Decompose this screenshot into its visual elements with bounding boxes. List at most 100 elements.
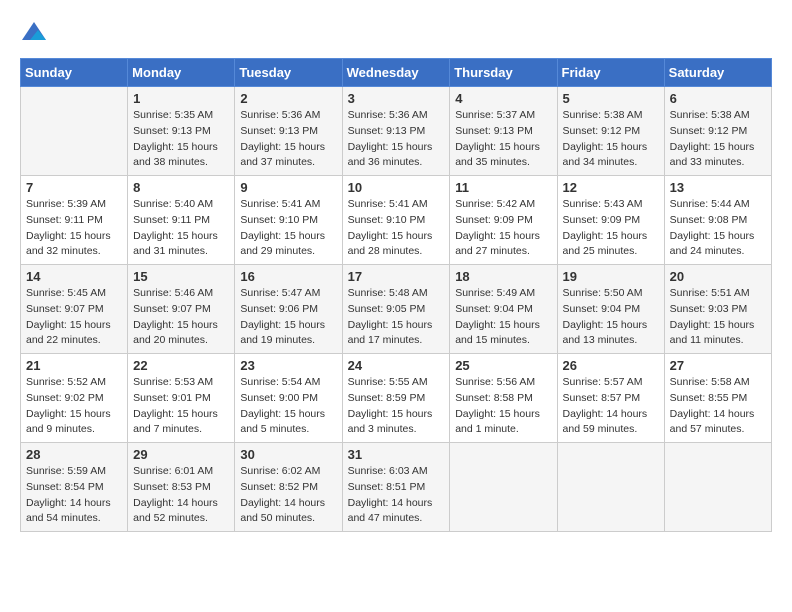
day-info: Sunrise: 5:45 AM Sunset: 9:07 PM Dayligh… bbox=[26, 286, 122, 349]
day-number: 26 bbox=[563, 358, 659, 373]
day-cell-10: 10 Sunrise: 5:41 AM Sunset: 9:10 PM Dayli… bbox=[342, 176, 450, 265]
empty-cell bbox=[664, 443, 771, 532]
day-number: 17 bbox=[348, 269, 445, 284]
day-number: 22 bbox=[133, 358, 229, 373]
day-number: 6 bbox=[670, 91, 766, 106]
day-number: 29 bbox=[133, 447, 229, 462]
calendar-week-1: 1Sunrise: 5:35 AM Sunset: 9:13 PM Daylig… bbox=[21, 87, 772, 176]
day-info: Sunrise: 5:54 AM Sunset: 9:00 PM Dayligh… bbox=[240, 375, 336, 438]
day-cell-11: 11 Sunrise: 5:42 AM Sunset: 9:09 PM Dayli… bbox=[450, 176, 557, 265]
day-cell-7: 7 Sunrise: 5:39 AM Sunset: 9:11 PM Daylig… bbox=[21, 176, 128, 265]
day-info: Sunrise: 5:47 AM Sunset: 9:06 PM Dayligh… bbox=[240, 286, 336, 349]
logo-icon bbox=[20, 20, 48, 48]
day-info: Sunrise: 5:42 AM Sunset: 9:09 PM Dayligh… bbox=[455, 197, 551, 260]
weekday-header-sunday: Sunday bbox=[21, 59, 128, 87]
day-info: Sunrise: 5:50 AM Sunset: 9:04 PM Dayligh… bbox=[563, 286, 659, 349]
day-info: Sunrise: 5:41 AM Sunset: 9:10 PM Dayligh… bbox=[348, 197, 445, 260]
day-number: 24 bbox=[348, 358, 445, 373]
day-cell-19: 19Sunrise: 5:50 AM Sunset: 9:04 PM Dayli… bbox=[557, 265, 664, 354]
day-number: 10 bbox=[348, 180, 445, 195]
day-info: Sunrise: 5:59 AM Sunset: 8:54 PM Dayligh… bbox=[26, 464, 122, 527]
calendar-week-3: 14 Sunrise: 5:45 AM Sunset: 9:07 PM Dayli… bbox=[21, 265, 772, 354]
day-cell-15: 15 Sunrise: 5:46 AM Sunset: 9:07 PM Dayli… bbox=[128, 265, 235, 354]
day-info: Sunrise: 5:52 AM Sunset: 9:02 PM Dayligh… bbox=[26, 375, 122, 438]
day-number: 12 bbox=[563, 180, 659, 195]
day-number: 3 bbox=[348, 91, 445, 106]
day-cell-21: 21Sunrise: 5:52 AM Sunset: 9:02 PM Dayli… bbox=[21, 354, 128, 443]
day-number: 28 bbox=[26, 447, 122, 462]
day-cell-17: 17 Sunrise: 5:48 AM Sunset: 9:05 PM Dayli… bbox=[342, 265, 450, 354]
day-info: Sunrise: 6:02 AM Sunset: 8:52 PM Dayligh… bbox=[240, 464, 336, 527]
day-cell-9: 9 Sunrise: 5:41 AM Sunset: 9:10 PM Daylig… bbox=[235, 176, 342, 265]
empty-cell bbox=[450, 443, 557, 532]
day-number: 11 bbox=[455, 180, 551, 195]
header-row: SundayMondayTuesdayWednesdayThursdayFrid… bbox=[21, 59, 772, 87]
day-number: 8 bbox=[133, 180, 229, 195]
day-cell-28: 28 Sunrise: 5:59 AM Sunset: 8:54 PM Dayli… bbox=[21, 443, 128, 532]
day-number: 13 bbox=[670, 180, 766, 195]
empty-cell bbox=[21, 87, 128, 176]
calendar-table: SundayMondayTuesdayWednesdayThursdayFrid… bbox=[20, 58, 772, 532]
day-info: Sunrise: 5:37 AM Sunset: 9:13 PM Dayligh… bbox=[455, 108, 551, 171]
weekday-header-wednesday: Wednesday bbox=[342, 59, 450, 87]
day-number: 25 bbox=[455, 358, 551, 373]
day-cell-12: 12Sunrise: 5:43 AM Sunset: 9:09 PM Dayli… bbox=[557, 176, 664, 265]
day-cell-18: 18Sunrise: 5:49 AM Sunset: 9:04 PM Dayli… bbox=[450, 265, 557, 354]
day-info: Sunrise: 5:57 AM Sunset: 8:57 PM Dayligh… bbox=[563, 375, 659, 438]
day-cell-29: 29 Sunrise: 6:01 AM Sunset: 8:53 PM Dayli… bbox=[128, 443, 235, 532]
day-info: Sunrise: 5:53 AM Sunset: 9:01 PM Dayligh… bbox=[133, 375, 229, 438]
day-cell-25: 25 Sunrise: 5:56 AM Sunset: 8:58 PM Dayli… bbox=[450, 354, 557, 443]
weekday-header-tuesday: Tuesday bbox=[235, 59, 342, 87]
day-number: 18 bbox=[455, 269, 551, 284]
calendar-week-5: 28 Sunrise: 5:59 AM Sunset: 8:54 PM Dayli… bbox=[21, 443, 772, 532]
day-number: 16 bbox=[240, 269, 336, 284]
day-cell-14: 14 Sunrise: 5:45 AM Sunset: 9:07 PM Dayli… bbox=[21, 265, 128, 354]
day-cell-23: 23Sunrise: 5:54 AM Sunset: 9:00 PM Dayli… bbox=[235, 354, 342, 443]
day-info: Sunrise: 5:36 AM Sunset: 9:13 PM Dayligh… bbox=[348, 108, 445, 171]
header bbox=[20, 20, 772, 48]
day-info: Sunrise: 6:03 AM Sunset: 8:51 PM Dayligh… bbox=[348, 464, 445, 527]
day-number: 31 bbox=[348, 447, 445, 462]
logo bbox=[20, 20, 50, 48]
day-cell-6: 6 Sunrise: 5:38 AM Sunset: 9:12 PM Daylig… bbox=[664, 87, 771, 176]
day-number: 27 bbox=[670, 358, 766, 373]
weekday-header-saturday: Saturday bbox=[664, 59, 771, 87]
day-number: 1 bbox=[133, 91, 229, 106]
day-cell-22: 22 Sunrise: 5:53 AM Sunset: 9:01 PM Dayli… bbox=[128, 354, 235, 443]
day-cell-8: 8Sunrise: 5:40 AM Sunset: 9:11 PM Daylig… bbox=[128, 176, 235, 265]
day-info: Sunrise: 5:51 AM Sunset: 9:03 PM Dayligh… bbox=[670, 286, 766, 349]
day-info: Sunrise: 5:41 AM Sunset: 9:10 PM Dayligh… bbox=[240, 197, 336, 260]
day-cell-20: 20 Sunrise: 5:51 AM Sunset: 9:03 PM Dayli… bbox=[664, 265, 771, 354]
day-info: Sunrise: 5:58 AM Sunset: 8:55 PM Dayligh… bbox=[670, 375, 766, 438]
day-number: 9 bbox=[240, 180, 336, 195]
day-info: Sunrise: 5:46 AM Sunset: 9:07 PM Dayligh… bbox=[133, 286, 229, 349]
day-info: Sunrise: 5:39 AM Sunset: 9:11 PM Dayligh… bbox=[26, 197, 122, 260]
calendar-week-2: 7 Sunrise: 5:39 AM Sunset: 9:11 PM Daylig… bbox=[21, 176, 772, 265]
day-cell-13: 13 Sunrise: 5:44 AM Sunset: 9:08 PM Dayli… bbox=[664, 176, 771, 265]
day-number: 7 bbox=[26, 180, 122, 195]
day-number: 14 bbox=[26, 269, 122, 284]
calendar-body: 1Sunrise: 5:35 AM Sunset: 9:13 PM Daylig… bbox=[21, 87, 772, 532]
day-cell-24: 24 Sunrise: 5:55 AM Sunset: 8:59 PM Dayli… bbox=[342, 354, 450, 443]
day-number: 15 bbox=[133, 269, 229, 284]
day-cell-26: 26 Sunrise: 5:57 AM Sunset: 8:57 PM Dayli… bbox=[557, 354, 664, 443]
calendar-header: SundayMondayTuesdayWednesdayThursdayFrid… bbox=[21, 59, 772, 87]
calendar-week-4: 21Sunrise: 5:52 AM Sunset: 9:02 PM Dayli… bbox=[21, 354, 772, 443]
day-number: 20 bbox=[670, 269, 766, 284]
day-cell-27: 27 Sunrise: 5:58 AM Sunset: 8:55 PM Dayli… bbox=[664, 354, 771, 443]
empty-cell bbox=[557, 443, 664, 532]
day-cell-1: 1Sunrise: 5:35 AM Sunset: 9:13 PM Daylig… bbox=[128, 87, 235, 176]
day-cell-30: 30Sunrise: 6:02 AM Sunset: 8:52 PM Dayli… bbox=[235, 443, 342, 532]
day-info: Sunrise: 5:44 AM Sunset: 9:08 PM Dayligh… bbox=[670, 197, 766, 260]
day-info: Sunrise: 6:01 AM Sunset: 8:53 PM Dayligh… bbox=[133, 464, 229, 527]
day-info: Sunrise: 5:56 AM Sunset: 8:58 PM Dayligh… bbox=[455, 375, 551, 438]
day-info: Sunrise: 5:36 AM Sunset: 9:13 PM Dayligh… bbox=[240, 108, 336, 171]
day-number: 4 bbox=[455, 91, 551, 106]
weekday-header-thursday: Thursday bbox=[450, 59, 557, 87]
day-info: Sunrise: 5:48 AM Sunset: 9:05 PM Dayligh… bbox=[348, 286, 445, 349]
weekday-header-friday: Friday bbox=[557, 59, 664, 87]
day-info: Sunrise: 5:38 AM Sunset: 9:12 PM Dayligh… bbox=[670, 108, 766, 171]
day-info: Sunrise: 5:55 AM Sunset: 8:59 PM Dayligh… bbox=[348, 375, 445, 438]
day-cell-31: 31 Sunrise: 6:03 AM Sunset: 8:51 PM Dayli… bbox=[342, 443, 450, 532]
day-number: 5 bbox=[563, 91, 659, 106]
